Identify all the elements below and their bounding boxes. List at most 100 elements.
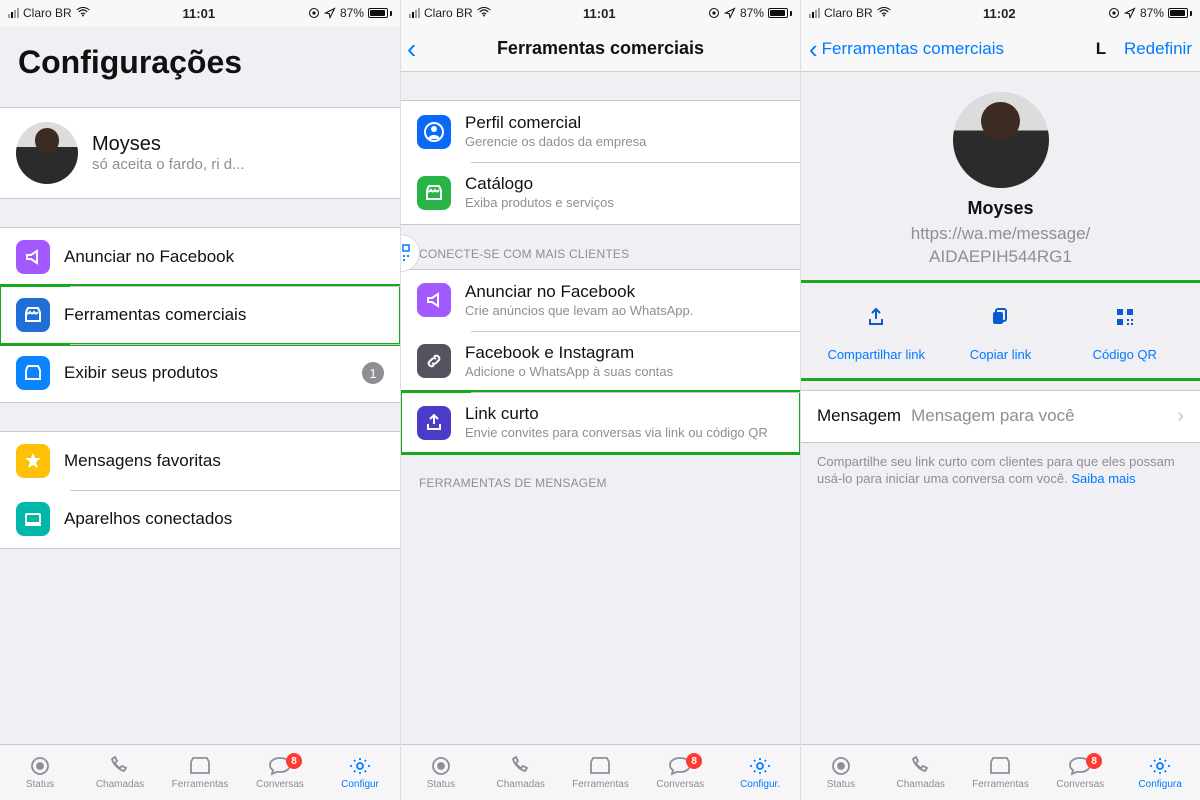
tab-status[interactable]: Status <box>401 755 481 790</box>
orientation-lock-icon <box>1108 7 1120 19</box>
section-label: FERRAMENTAS DE MENSAGEM <box>401 454 800 498</box>
message-row[interactable]: Mensagem Mensagem para você › <box>801 390 1200 443</box>
tab-ferramentas[interactable]: Ferramentas <box>160 755 240 790</box>
row-sub: Envie convites para conversas via link o… <box>465 425 784 441</box>
action-label: Compartilhar link <box>827 347 925 362</box>
biz-group-1: Perfil comercial Gerencie os dados da em… <box>401 100 800 225</box>
section-label: CONECTE-SE COM MAIS CLIENTES <box>401 225 800 269</box>
wifi-icon <box>877 6 891 20</box>
tab-label: Configura <box>1138 779 1181 790</box>
qr-code-button[interactable]: Código QR <box>1064 293 1186 362</box>
share-icon <box>852 293 900 341</box>
tab-chamadas[interactable]: Chamadas <box>80 755 160 790</box>
chevron-right-icon: › <box>1177 405 1184 428</box>
orientation-lock-icon <box>708 7 720 19</box>
link-name: Moyses <box>817 198 1184 219</box>
action-label: Copiar link <box>970 347 1031 362</box>
badge: 8 <box>286 753 302 769</box>
row-link-curto[interactable]: Link curto Envie convites para conversas… <box>401 392 800 453</box>
time-label: 11:02 <box>983 6 1016 21</box>
tabbar: Status Chamadas Ferramentas 8Conversas C… <box>0 744 400 800</box>
wifi-icon <box>477 6 491 20</box>
tab-label: Ferramentas <box>172 779 229 790</box>
tab-conversas[interactable]: 8Conversas <box>1040 755 1120 790</box>
page-title: Configurações <box>0 26 400 93</box>
back-button[interactable]: ‹Ferramentas comerciais <box>809 36 1004 62</box>
row-title: Anunciar no Facebook <box>465 282 784 302</box>
battery-pct-label: 87% <box>740 6 764 20</box>
badge: 8 <box>686 753 702 769</box>
signal-icon <box>409 8 420 18</box>
profile-row[interactable]: Moyses só aceita o fardo, ri d... <box>0 108 400 198</box>
signal-icon <box>8 8 19 18</box>
statusbar: Claro BR 11:02 87% <box>801 0 1200 26</box>
message-placeholder: Mensagem para você <box>911 406 1167 426</box>
person-circle-icon <box>417 115 451 149</box>
copy-link-button[interactable]: Copiar link <box>939 293 1061 362</box>
tab-label: Configur. <box>740 779 780 790</box>
row-anunciar-facebook[interactable]: Anunciar no Facebook Crie anúncios que l… <box>401 270 800 331</box>
settings-group-1: Anunciar no Facebook Ferramentas comerci… <box>0 227 400 403</box>
laptop-icon <box>16 502 50 536</box>
time-label: 11:01 <box>583 6 616 21</box>
reset-label: Redefinir <box>1124 39 1192 59</box>
time-label: 11:01 <box>183 6 216 21</box>
link-area: Moyses https://wa.me/message/ AIDAEPIH54… <box>801 72 1200 285</box>
storefront-icon <box>16 298 50 332</box>
panel-ferramentas: Claro BR 11:01 87% ‹ Ferramentas comerci… <box>400 0 800 800</box>
location-icon <box>724 7 736 19</box>
row-aparelhos[interactable]: Aparelhos conectados <box>0 490 400 548</box>
chevron-left-icon: ‹ <box>809 36 818 62</box>
row-facebook-instagram[interactable]: Facebook e Instagram Adicione o WhatsApp… <box>401 331 800 392</box>
row-title: Perfil comercial <box>465 113 784 133</box>
tab-label: Configur <box>341 779 379 790</box>
biz-group-2: Anunciar no Facebook Crie anúncios que l… <box>401 269 800 455</box>
location-icon <box>324 7 336 19</box>
megaphone-icon <box>16 240 50 274</box>
tab-label: Ferramentas <box>972 779 1029 790</box>
learn-more-link[interactable]: Saiba mais <box>1071 471 1135 486</box>
nav-header: ‹Ferramentas comerciais L Redefinir <box>801 26 1200 72</box>
tab-status[interactable]: Status <box>0 755 80 790</box>
row-title: Link curto <box>465 404 784 424</box>
row-ferramentas-comerciais[interactable]: Ferramentas comerciais <box>0 286 400 344</box>
row-label: Ferramentas comerciais <box>64 305 384 325</box>
location-icon <box>1124 7 1136 19</box>
back-button[interactable]: ‹ <box>407 26 416 71</box>
row-perfil-comercial[interactable]: Perfil comercial Gerencie os dados da em… <box>401 101 800 162</box>
tab-ferramentas[interactable]: Ferramentas <box>961 755 1041 790</box>
row-favoritas[interactable]: Mensagens favoritas <box>0 432 400 490</box>
message-label: Mensagem <box>817 406 901 426</box>
star-icon <box>16 444 50 478</box>
tab-conversas[interactable]: 8Conversas <box>640 755 720 790</box>
row-exibir-produtos[interactable]: Exibir seus produtos 1 <box>0 344 400 402</box>
action-label: Código QR <box>1093 347 1157 362</box>
tab-config[interactable]: Configur. <box>720 755 800 790</box>
battery-icon <box>768 8 792 18</box>
tab-label: Chamadas <box>497 779 545 790</box>
tab-label: Chamadas <box>897 779 945 790</box>
row-catalogo[interactable]: Catálogo Exiba produtos e serviços <box>401 162 800 223</box>
panel-settings: Claro BR 11:01 87% Configurações Moyses … <box>0 0 400 800</box>
tab-ferramentas[interactable]: Ferramentas <box>561 755 641 790</box>
row-anunciar-facebook[interactable]: Anunciar no Facebook <box>0 228 400 286</box>
battery-pct-label: 87% <box>340 6 364 20</box>
tab-config[interactable]: Configura <box>1120 755 1200 790</box>
nav-header: ‹ Ferramentas comerciais <box>401 26 800 72</box>
tab-config[interactable]: Configur <box>320 755 400 790</box>
orientation-lock-icon <box>308 7 320 19</box>
tab-chamadas[interactable]: Chamadas <box>881 755 961 790</box>
tab-conversas[interactable]: 8Conversas <box>240 755 320 790</box>
profile-name: Moyses <box>92 133 384 156</box>
tab-chamadas[interactable]: Chamadas <box>481 755 561 790</box>
signal-icon <box>809 8 820 18</box>
tab-status[interactable]: Status <box>801 755 881 790</box>
tab-label: Chamadas <box>96 779 144 790</box>
share-link-button[interactable]: Compartilhar link <box>815 293 937 362</box>
panel-short-link: Claro BR 11:02 87% ‹Ferramentas comercia… <box>800 0 1200 800</box>
row-label: Anunciar no Facebook <box>64 247 384 267</box>
tabbar: Status Chamadas Ferramentas 8Conversas C… <box>801 744 1200 800</box>
row-sub: Crie anúncios que levam ao WhatsApp. <box>465 303 784 319</box>
reset-button[interactable]: Redefinir <box>1124 26 1192 71</box>
statusbar: Claro BR 11:01 87% <box>0 0 400 26</box>
